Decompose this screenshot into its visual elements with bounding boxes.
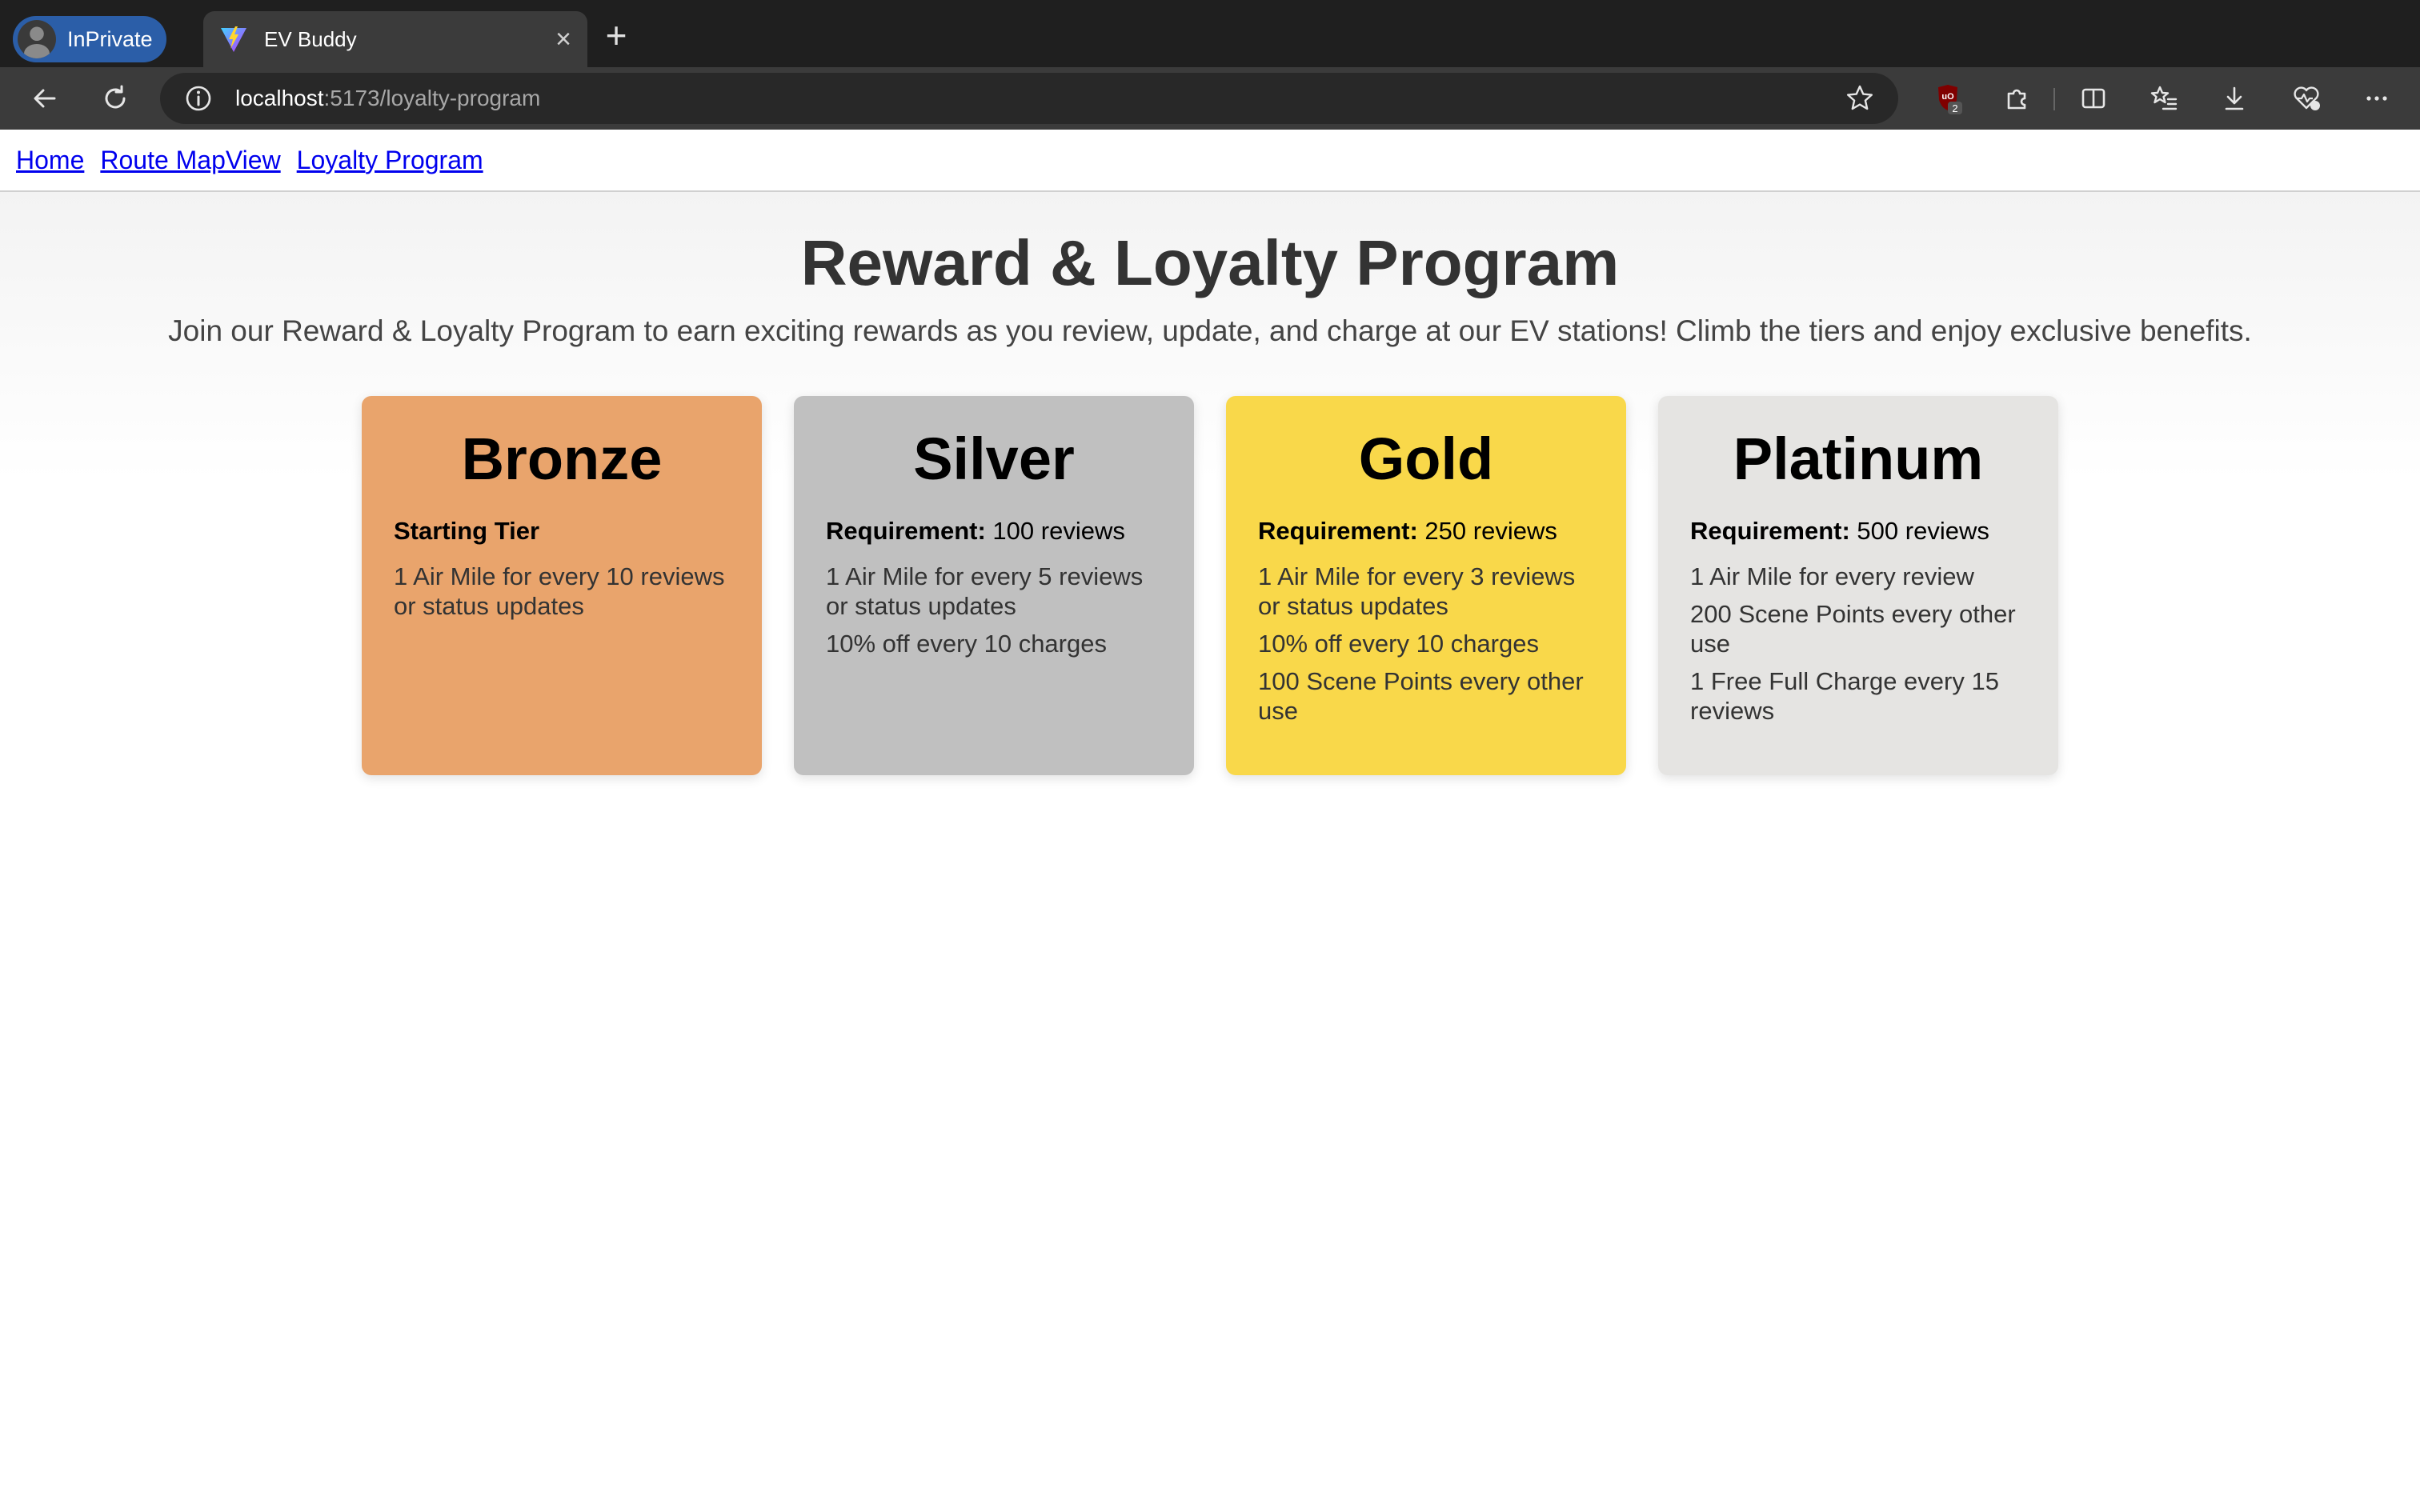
requirement-label: Starting Tier [394,517,540,545]
split-screen-button[interactable] [2076,81,2111,116]
requirement-label: Requirement: [826,517,986,545]
info-icon[interactable] [184,84,213,113]
benefit-item: 1 Free Full Charge every 15 reviews [1690,667,1999,725]
tier-name: Bronze [461,426,663,492]
browser-tabstrip: InPrivate EV Buddy × + [0,0,2420,67]
tier-benefits: 1 Air Mile for every 10 reviews or statu… [394,562,730,621]
extensions-button[interactable] [1999,81,2034,116]
split-screen-icon [2081,88,2105,109]
inprivate-label: InPrivate [67,26,153,51]
tier-cards: Bronze Starting Tier 1 Air Mile for ever… [0,396,2420,775]
arrow-left-icon [34,89,56,108]
benefit-item: 1 Air Mile for every 10 reviews or statu… [394,562,725,620]
benefit-item: 10% off every 10 charges [1258,630,1539,658]
shield-icon: uO 2 [1938,85,1962,114]
benefit-item: 1 Air Mile for every 5 reviews or status… [826,562,1144,620]
page-title: Reward & Loyalty Program [800,227,1620,298]
refresh-button[interactable] [98,81,133,116]
site-nav: Home Route MapView Loyalty Program [0,130,2420,192]
tier-name: Platinum [1733,426,1984,492]
ublock-extension-button[interactable]: uO 2 [1930,81,1965,116]
tier-benefits: 1 Air Mile for every 5 reviews or status… [826,562,1162,658]
benefit-item: 1 Air Mile for every review [1690,562,1974,590]
tier-name: Silver [913,426,1075,492]
web-page: Home Route MapView Loyalty Program Rewar… [0,130,2420,1512]
requirement-value: 250 reviews [1417,517,1557,545]
tier-card-bronze: Bronze Starting Tier 1 Air Mile for ever… [362,396,762,775]
benefit-item: 100 Scene Points every other use [1258,667,1584,725]
tier-card-silver: Silver Requirement: 100 reviews 1 Air Mi… [794,396,1194,775]
loyalty-content: Reward & Loyalty Program Join our Reward… [0,192,2420,1512]
nav-link-route-mapview[interactable]: Route MapView [100,146,280,175]
new-tab-button[interactable]: + [599,17,634,54]
back-button[interactable] [27,81,62,116]
star-icon[interactable] [1845,84,1874,113]
download-icon [2225,86,2244,110]
tier-name: Gold [1358,426,1494,492]
more-icon [2366,96,2387,101]
tab-close-icon[interactable]: × [555,26,571,53]
favorites-button[interactable] [2146,81,2182,116]
tier-card-platinum: Platinum Requirement: 500 reviews 1 Air … [1658,396,2058,775]
toolbar-divider [2053,88,2055,110]
tab-title: EV Buddy [264,26,357,51]
requirement-value: 100 reviews [985,517,1125,545]
tier-card-gold: Gold Requirement: 250 reviews 1 Air Mile… [1226,396,1626,775]
requirement-label: Requirement: [1690,517,1850,545]
requirement-value: 500 reviews [1849,517,1989,545]
tier-benefits: 1 Air Mile for every 3 reviews or status… [1258,562,1594,726]
extension-badge-count: 2 [1952,102,1957,114]
nav-link-loyalty-program[interactable]: Loyalty Program [297,146,483,175]
tier-requirement: Requirement: 100 reviews [826,517,1162,546]
nav-link-home[interactable]: Home [16,146,84,175]
favorites-icon [2150,86,2178,110]
address-bar[interactable]: localhost:5173/loyalty-program [160,73,1898,124]
requirement-label: Requirement: [1258,517,1418,545]
browser-tab[interactable]: EV Buddy × [203,11,587,67]
refresh-icon [105,85,126,109]
benefit-item: 200 Scene Points every other use [1690,600,2016,658]
tier-requirement: Requirement: 500 reviews [1690,517,2026,546]
profile-avatar-icon [18,20,56,58]
tier-requirement: Starting Tier [394,517,730,546]
browser-essentials-button[interactable] [2289,81,2324,116]
puzzle-icon [2007,89,2026,110]
benefit-item: 1 Air Mile for every 3 reviews or status… [1258,562,1576,620]
downloads-button[interactable] [2217,81,2252,116]
url-path: :5173/loyalty-program [323,86,541,110]
heart-pulse-icon [2294,86,2320,110]
tier-benefits: 1 Air Mile for every review 200 Scene Po… [1690,562,2026,726]
benefit-item: 10% off every 10 charges [826,630,1107,658]
vite-favicon-icon [221,26,246,52]
svg-text:uO: uO [1941,92,1954,102]
tier-requirement: Requirement: 250 reviews [1258,517,1594,546]
url-host: localhost [235,86,324,110]
page-intro: Join our Reward & Loyalty Program to ear… [168,314,2252,347]
inprivate-button[interactable]: InPrivate [13,16,166,62]
settings-more-button[interactable] [2359,81,2394,116]
